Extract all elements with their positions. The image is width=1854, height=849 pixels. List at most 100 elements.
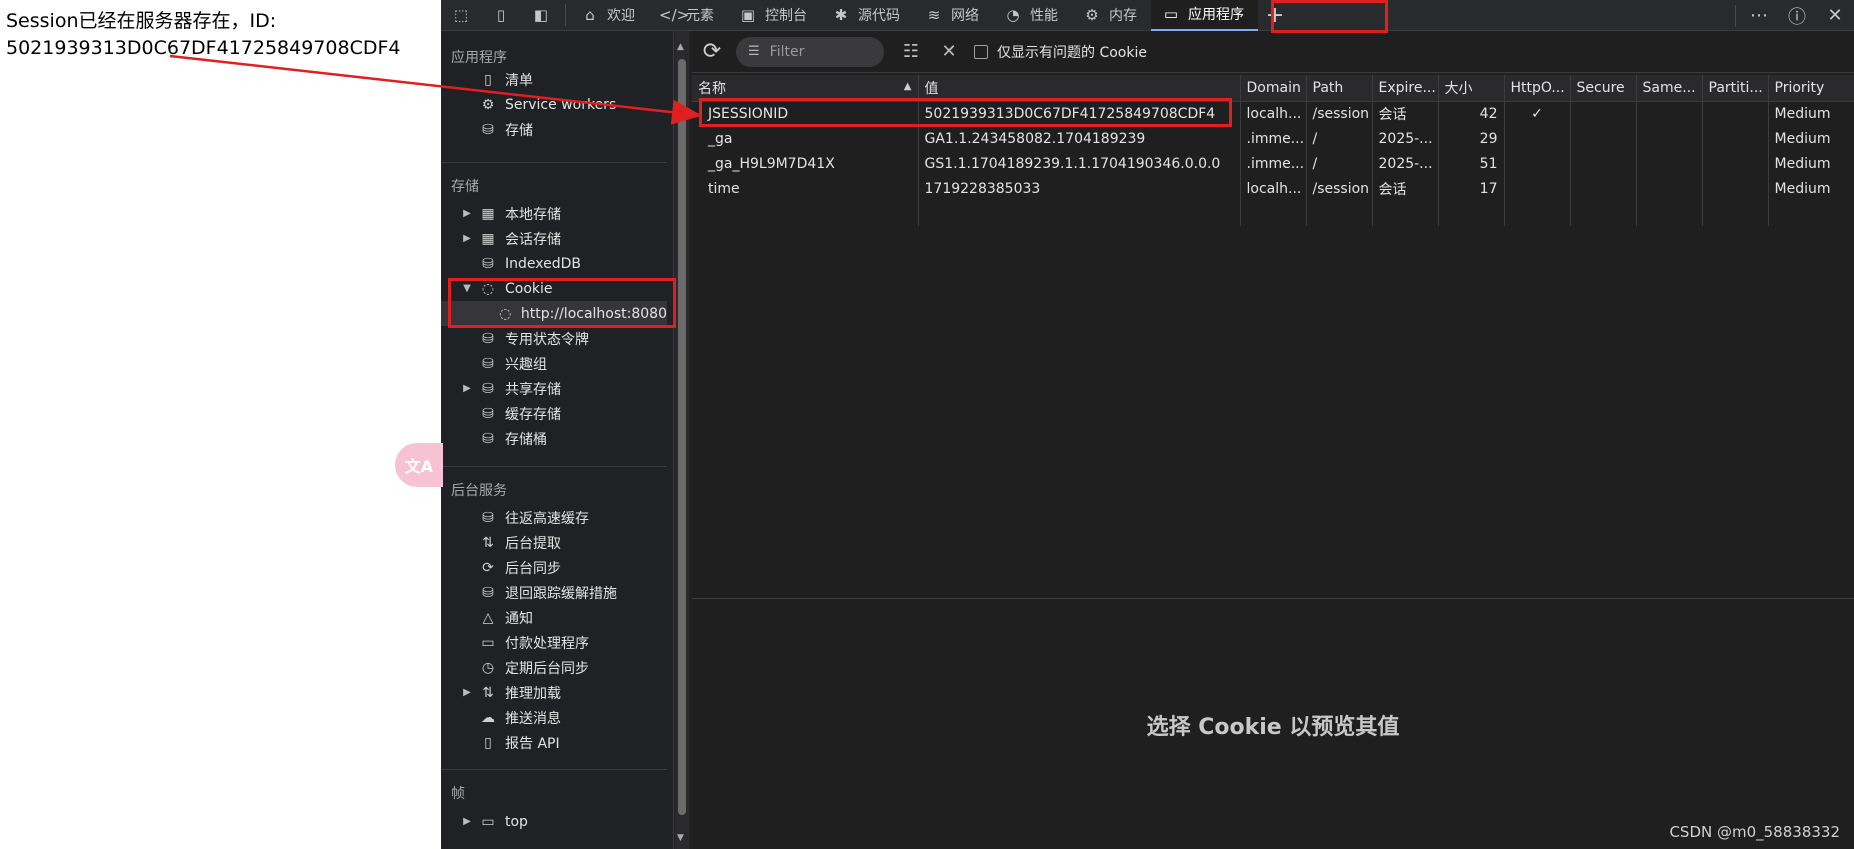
card-icon: ▭ [481, 634, 495, 651]
tab-window[interactable]: ▭ 应用程序 [1151, 0, 1258, 31]
column-header[interactable]: 大小 [1438, 75, 1505, 102]
sidebar-scrollbar[interactable]: ▲ ▼ [675, 31, 689, 849]
column-header[interactable]: HttpO... [1504, 75, 1571, 102]
tab-label: 网络 [951, 8, 979, 24]
column-header[interactable]: Priority [1768, 75, 1854, 102]
tab-code[interactable]: </> 元素 [649, 0, 728, 31]
annotation-line-2: 5021939313D0C67DF41725849708CDF4 [6, 37, 401, 59]
scroll-thumb[interactable] [678, 59, 686, 815]
tab-home[interactable]: ⌂ 欢迎 [570, 0, 649, 31]
column-header[interactable]: 名称 ▲ [692, 75, 919, 102]
column-header[interactable]: Partiti... [1702, 75, 1769, 102]
sidebar-item-label: 推理加载 [505, 685, 561, 702]
sidebar-item-local-storage[interactable]: ▶ ▦ 本地存储 [441, 201, 667, 226]
sidebar-item-session-storage[interactable]: ▶ ▦ 会话存储 [441, 226, 667, 251]
window-icon: ▭ [1163, 5, 1179, 23]
sidebar-item-background-fetch[interactable]: ⇅ 后台提取 [441, 530, 667, 555]
close-icon[interactable]: ✕ [1816, 0, 1854, 31]
table-row[interactable]: time 1719228385033 localh.../session 会话 17 Me… [692, 176, 1854, 201]
translate-icon[interactable]: 文A [395, 443, 443, 487]
expand-arrow-icon[interactable]: ▶ [461, 816, 473, 827]
sidebar-item-storage-buckets[interactable]: ⛁ 存储桶 [441, 426, 667, 451]
sidebar-divider [441, 162, 667, 163]
sidebar-item-label: 后台同步 [505, 560, 561, 577]
home-icon: ⌂ [585, 6, 595, 24]
expand-arrow-icon[interactable]: ▶ [461, 208, 473, 219]
column-header[interactable]: Secure [1570, 75, 1637, 102]
table-row[interactable]: JSESSIONID 5021939313D0C67DF41725849708CD… [692, 101, 1854, 126]
column-header[interactable]: Path [1306, 75, 1373, 102]
scroll-down-arrow-icon[interactable]: ▼ [677, 833, 684, 843]
scroll-up-arrow-icon[interactable]: ▲ [677, 42, 684, 52]
sidebar-item-notifications[interactable]: △ 通知 [441, 605, 667, 630]
table-filler-cell [1570, 201, 1637, 226]
devtools-window: ⬚ ▯ ◧ ⌂ 欢迎 </> 元素 ▣ 控制台 ✱ 源代码 ≋ 网络 ◔ 性能 ⚙ 内存 ▭ 应用程序 + ⋯… [441, 0, 1854, 849]
tabbar-divider-right [1735, 4, 1736, 27]
inspect-icon[interactable]: ⬚ [441, 0, 481, 31]
column-header[interactable]: Domain [1240, 75, 1307, 102]
filter-input[interactable]: ☰ Filter [736, 36, 884, 67]
sidebar-item-shared-storage[interactable]: ▶ ⛁ 共享存储 [441, 376, 667, 401]
table-cell [1570, 151, 1637, 176]
sidebar-item-bfcache[interactable]: ⛁ 往返高速缓存 [441, 505, 667, 530]
expand-arrow-icon[interactable]: ▶ [461, 233, 473, 244]
table-cell: /session [1306, 101, 1373, 126]
sidebar-item-background-sync[interactable]: ⟳ 后台同步 [441, 555, 667, 580]
table-cell: / [1306, 126, 1373, 151]
tab-bug[interactable]: ✱ 源代码 [821, 0, 914, 31]
more-options-icon[interactable]: ⋯ [1740, 0, 1778, 31]
sidebar-item-interest-groups[interactable]: ⛁ 兴趣组 [441, 351, 667, 376]
only-issues-checkbox[interactable]: 仅显示有问题的 Cookie [974, 42, 1147, 62]
tab-console[interactable]: ▣ 控制台 [728, 0, 821, 31]
expand-arrow-icon[interactable]: ▶ [461, 383, 473, 394]
add-tab-icon[interactable]: + [1258, 0, 1292, 31]
column-header-label: 名称 [698, 80, 726, 97]
sidebar-item-cache-storage[interactable]: ⛁ 缓存存储 [441, 401, 667, 426]
sidebar-item-reporting-api[interactable]: ▯ 报告 API [441, 730, 667, 755]
sidebar-item-private-state-tokens[interactable]: ⛁ 专用状态令牌 [441, 326, 667, 351]
dock-icon[interactable]: ◧ [521, 0, 561, 31]
table-row[interactable]: _ga_H9L9M7D41X GS1.1.1704189239.1.1.17041… [692, 151, 1854, 176]
sidebar-item-indexeddb[interactable]: ⛁ IndexedDB [441, 251, 667, 276]
table-cell: .imme... [1240, 126, 1307, 151]
clear-filtered-cookies-icon[interactable]: ☷ [892, 32, 930, 72]
tab-gauge[interactable]: ◔ 性能 [993, 0, 1072, 31]
delete-selected-icon[interactable]: ✕ [930, 32, 968, 72]
sidebar-item-service-workers[interactable]: ⚙ Service workers [441, 92, 667, 117]
collapse-arrow-icon[interactable]: ▼ [461, 283, 473, 294]
sidebar-item-cookie[interactable]: ▼ ◌ Cookie [441, 276, 667, 301]
table-row[interactable]: _ga GA1.1.243458082.1704189239 .imme.../20… [692, 126, 1854, 151]
sidebar-item-storage-overview[interactable]: ⛁ 存储 [441, 117, 667, 142]
tab-label: 源代码 [858, 8, 900, 24]
sidebar-item-speculative-loads[interactable]: ▶ ⇅ 推理加载 [441, 680, 667, 705]
sidebar-item-push-messaging[interactable]: ☁ 推送消息 [441, 705, 667, 730]
table-cell: Medium [1768, 101, 1854, 126]
tab-wifi[interactable]: ≋ 网络 [914, 0, 993, 31]
table-filler-cell [1240, 201, 1307, 226]
checkbox-box[interactable] [974, 44, 988, 59]
sidebar-item-bounce-tracking[interactable]: ⛁ 退回跟踪缓解措施 [441, 580, 667, 605]
sidebar-item-periodic-sync[interactable]: ◷ 定期后台同步 [441, 655, 667, 680]
sidebar-item-cookie-localhost[interactable]: ◌ http://localhost:8080 [441, 301, 667, 326]
column-header[interactable]: 值 [918, 75, 1241, 102]
table-cell [1636, 151, 1703, 176]
bell-icon: △ [482, 609, 494, 626]
database-icon: ⛁ [482, 121, 494, 138]
help-icon[interactable]: ⓘ [1778, 0, 1816, 31]
column-header[interactable]: Expire... [1372, 75, 1439, 102]
sidebar-item-label: 付款处理程序 [505, 635, 589, 652]
sidebar-item-manifest[interactable]: ▯ 清单 [441, 67, 667, 92]
column-header[interactable]: Same... [1636, 75, 1703, 102]
table-cell: / [1306, 151, 1373, 176]
sidebar-item-payment-handler[interactable]: ▭ 付款处理程序 [441, 630, 667, 655]
sidebar-item-frame-top[interactable]: ▶ ▭ top [441, 809, 667, 834]
table-cell: JSESSIONID [692, 101, 919, 126]
table-cell: 42 [1438, 101, 1505, 126]
tab-chip[interactable]: ⚙ 内存 [1072, 0, 1151, 31]
database-icon: ⛁ [482, 330, 494, 347]
refresh-icon[interactable]: ⟳ [692, 32, 732, 72]
device-toolbar-icon[interactable]: ▯ [481, 0, 521, 31]
sidebar-item-label: 会话存储 [505, 231, 561, 248]
table-cell [1570, 126, 1637, 151]
expand-arrow-icon[interactable]: ▶ [461, 687, 473, 698]
